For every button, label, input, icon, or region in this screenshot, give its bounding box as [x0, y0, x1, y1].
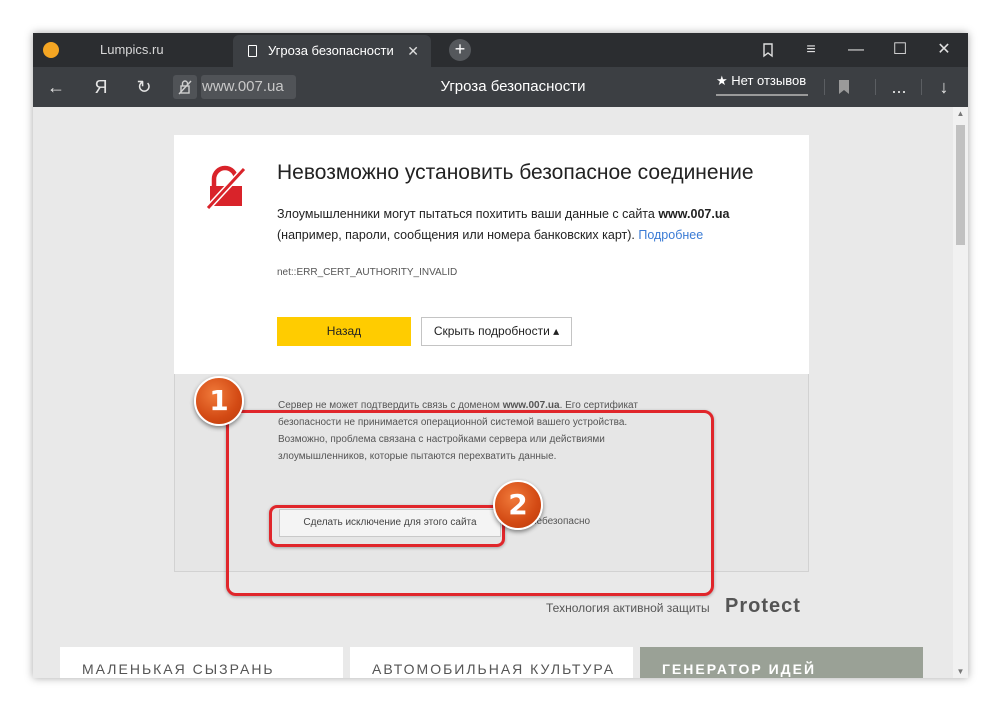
divider [921, 79, 922, 95]
page-content: Невозможно установить безопасное соедине… [33, 107, 953, 678]
maximize-button[interactable]: ☐ [885, 33, 915, 67]
refresh-button[interactable]: ↻ [131, 67, 157, 107]
more-link[interactable]: Подробнее [638, 228, 703, 242]
tile-item[interactable]: МАЛЕНЬКАЯ СЫЗРАНЬ [60, 647, 343, 678]
close-window-button[interactable]: ✕ [929, 33, 959, 67]
desc-domain: www.007.ua [658, 207, 730, 221]
back-button[interactable]: Назад [277, 317, 411, 346]
page-title: Угроза безопасности [440, 78, 586, 95]
back-button[interactable]: ← [43, 67, 69, 107]
tile-item[interactable]: ГЕНЕРАТОР ИДЕЙ [640, 647, 923, 678]
highlight-frame-1 [226, 410, 714, 596]
toolbar: ← Я ↻ www.007.ua Угроза безопасности ★ Н… [33, 67, 968, 107]
hide-details-button[interactable]: Скрыть подробности ▴ [421, 317, 572, 346]
broken-lock-icon [204, 165, 248, 211]
divider [824, 79, 825, 95]
scrollbar-thumb[interactable] [956, 125, 965, 245]
no-https-icon[interactable] [173, 75, 197, 99]
reviews-button[interactable]: ★ Нет отзывов [716, 71, 806, 91]
tab-label: Угроза безопасности [268, 43, 394, 58]
error-heading: Невозможно установить безопасное соедине… [277, 161, 754, 184]
error-card: Невозможно установить безопасное соедине… [174, 135, 809, 374]
desc-text-2: (например, пароли, сообщения или номера … [277, 228, 639, 242]
download-button[interactable]: ↓ [931, 67, 957, 107]
new-tab-button[interactable]: + [449, 39, 471, 61]
tab-label: Lumpics.ru [100, 42, 164, 57]
tab-lumpics[interactable]: Lumpics.ru [73, 33, 233, 67]
browser-logo-icon[interactable] [43, 42, 59, 58]
scroll-down-arrow[interactable]: ▼ [953, 667, 968, 676]
tab-security-threat[interactable]: Угроза безопасности ✕ [233, 35, 431, 67]
annotation-badge-1: 1 [194, 376, 244, 426]
address-bar[interactable]: www.007.ua [201, 75, 296, 99]
bookmarks-icon[interactable] [753, 33, 783, 67]
tile-item[interactable]: АВТОМОБИЛЬНАЯ КУЛЬТУРА ... [350, 647, 633, 678]
more-button[interactable]: ... [886, 67, 912, 107]
yandex-button[interactable]: Я [88, 67, 114, 107]
desc-text: Злоумышленники могут пытаться похитить в… [277, 207, 659, 221]
protect-logo: Protect [725, 595, 801, 617]
scroll-up-arrow[interactable]: ▲ [953, 109, 968, 118]
browser-window: Lumpics.ru Угроза безопасности ✕ + ≡ — ☐… [33, 33, 968, 678]
close-tab-icon[interactable]: ✕ [407, 35, 419, 67]
menu-icon[interactable]: ≡ [796, 33, 826, 67]
document-icon [248, 45, 257, 57]
protect-caption: Технология активной защиты [546, 601, 710, 615]
bookmark-icon[interactable] [833, 67, 855, 107]
scrollbar[interactable]: ▲ ▼ [953, 107, 968, 678]
tab-bar: Lumpics.ru Угроза безопасности ✕ + ≡ — ☐… [33, 33, 968, 67]
divider [875, 79, 876, 95]
reviews-underline [716, 94, 808, 96]
error-code: net::ERR_CERT_AUTHORITY_INVALID [277, 267, 458, 278]
highlight-frame-2 [269, 505, 505, 547]
annotation-badge-2: 2 [493, 480, 543, 530]
error-description: Злоумышленники могут пытаться похитить в… [277, 204, 777, 246]
minimize-button[interactable]: — [841, 33, 871, 67]
